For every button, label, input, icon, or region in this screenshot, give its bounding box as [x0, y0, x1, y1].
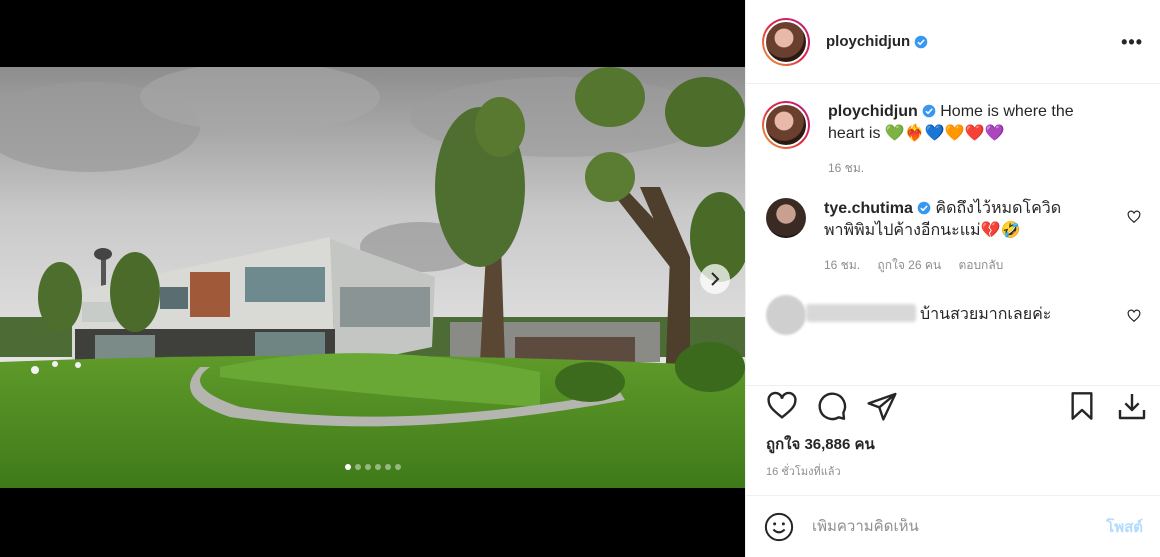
chevron-right-icon: [711, 272, 720, 286]
post-comment-button[interactable]: โพสต์: [1106, 515, 1143, 539]
carousel-next-button[interactable]: [700, 264, 730, 294]
post-sidebar: ploychidjun ••• ploychidjun Home is wher…: [745, 0, 1160, 557]
carousel-dot: [394, 464, 401, 470]
commenter-username[interactable]: tye.chutima: [824, 200, 913, 217]
download-icon[interactable]: [1116, 390, 1148, 422]
panorama-house-photo: [0, 67, 745, 488]
post-timestamp: 16 ชั่วโมงที่แล้ว: [766, 466, 841, 478]
comment-item: บ้านสวยมากเลยค่ะ: [762, 295, 1145, 335]
caption-avatar[interactable]: [762, 101, 810, 149]
caption: ploychidjun Home is where the heart is 💚…: [762, 101, 1145, 178]
carousel-dot: [374, 464, 381, 470]
commenter-avatar[interactable]: [766, 198, 806, 238]
verified-badge-icon: [922, 104, 936, 118]
verified-badge-icon: [917, 201, 931, 215]
action-bar: [766, 390, 1151, 430]
like-comment-heart-icon[interactable]: [1127, 210, 1141, 224]
comments-list: ploychidjun Home is where the heart is 💚…: [746, 85, 1160, 385]
avatar-image: [764, 19, 808, 64]
likes-count[interactable]: ถูกใจ 36,886 คน: [766, 432, 875, 456]
post-media: [0, 0, 745, 557]
author-username[interactable]: ploychidjun: [826, 33, 910, 50]
comment-body: tye.chutima คิดถึงไว้หมดโควิด พาพิพิมไปค…: [824, 198, 1084, 242]
carousel-dot: [344, 464, 351, 470]
like-comment-heart-icon[interactable]: [1127, 309, 1141, 323]
author-avatar[interactable]: [762, 17, 810, 66]
comment-meta: 16 ชม. ถูกใจ 26 คน ตอบกลับ: [824, 256, 1084, 275]
caption-meta: 16 ชม.: [828, 159, 1088, 178]
caption-time: 16 ชม.: [828, 161, 865, 175]
comment-item: tye.chutima คิดถึงไว้หมดโควิด พาพิพิมไปค…: [762, 198, 1145, 275]
post-actions: ถูกใจ 36,886 คน 16 ชั่วโมงที่แล้ว: [746, 385, 1160, 495]
comment-input[interactable]: [812, 518, 1082, 535]
comment-text: บ้านสวยมากเลยค่ะ: [920, 306, 1052, 323]
caption-body: ploychidjun Home is where the heart is 💚…: [828, 101, 1088, 145]
carousel-dot: [354, 464, 361, 470]
post-header: ploychidjun •••: [746, 0, 1160, 84]
caption-username[interactable]: ploychidjun: [828, 103, 918, 120]
verified-badge-icon: [914, 35, 928, 48]
add-comment-bar: โพสต์: [746, 495, 1160, 557]
share-paper-plane-icon[interactable]: [866, 390, 898, 422]
instagram-post-view: ploychidjun ••• ploychidjun Home is wher…: [0, 0, 1160, 557]
post-photo[interactable]: [0, 67, 745, 488]
carousel-indicator: [0, 464, 745, 470]
comment-bubble-icon[interactable]: [816, 390, 848, 422]
comment-time: 16 ชม.: [824, 258, 861, 272]
more-options-button[interactable]: •••: [1121, 32, 1143, 53]
avatar-image: [764, 103, 808, 147]
reply-button[interactable]: ตอบกลับ: [958, 258, 1003, 272]
like-heart-icon[interactable]: [766, 390, 798, 422]
comment-body: บ้านสวยมากเลยค่ะ: [806, 304, 1066, 326]
save-bookmark-icon[interactable]: [1066, 390, 1098, 422]
emoji-smiley-icon[interactable]: [764, 512, 794, 542]
comment-likes[interactable]: ถูกใจ 26 คน: [877, 258, 941, 272]
blurred-username: [806, 304, 916, 322]
carousel-dot: [364, 464, 371, 470]
commenter-avatar[interactable]: [766, 295, 806, 335]
carousel-dot: [384, 464, 391, 470]
